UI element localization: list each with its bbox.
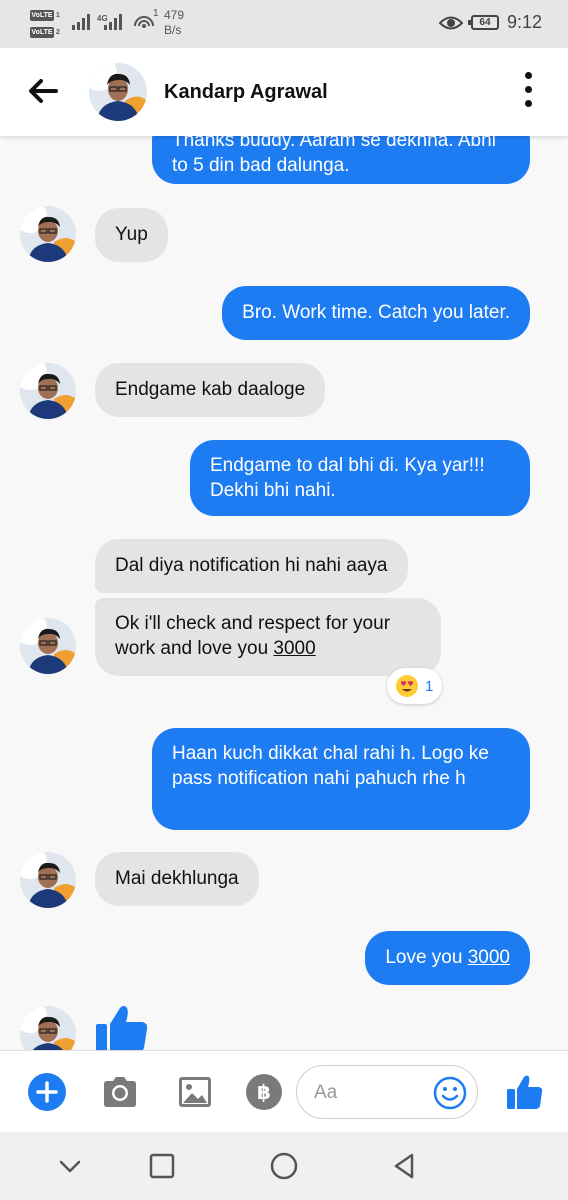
reaction-count: 1 — [425, 677, 434, 695]
contact-name[interactable]: Kandarp Agrawal — [164, 81, 328, 104]
hotspot-icon — [134, 16, 154, 28]
speed-unit: B/s — [164, 23, 182, 37]
message-incoming[interactable]: Mai dekhlunga — [95, 852, 259, 906]
volte-badge-2: VoLTE — [30, 27, 54, 38]
smiley-icon[interactable] — [433, 1076, 467, 1110]
android-navigation-bar — [0, 1132, 568, 1200]
plus-icon[interactable] — [27, 1072, 67, 1112]
network-speed: 479 B/s — [164, 8, 184, 38]
svg-text:฿: ฿ — [257, 1080, 271, 1104]
sim-1-label: 1 — [56, 12, 60, 19]
volte-badge-1: VoLTE — [30, 10, 54, 21]
baht-payment-icon[interactable]: ฿ — [244, 1072, 284, 1112]
sender-avatar[interactable] — [20, 1006, 76, 1050]
message-outgoing[interactable]: Haan kuch dikkat chal rahi h. Logo ke pa… — [152, 728, 530, 830]
battery-icon: 64 — [467, 15, 499, 30]
sim-2-label: 2 — [56, 29, 60, 36]
back-triangle-icon[interactable] — [388, 1150, 420, 1182]
message-incoming[interactable]: Yup — [95, 208, 168, 262]
speed-value: 479 — [164, 8, 185, 22]
sender-avatar[interactable] — [20, 852, 76, 908]
gallery-icon[interactable] — [175, 1072, 215, 1112]
status-bar: VoLTE 1 VoLTE 2 4G 1 479 B/s 64 9:12 — [0, 0, 568, 48]
more-options-icon[interactable] — [522, 72, 534, 110]
recent-apps-icon[interactable] — [146, 1150, 178, 1182]
signal-strength-2-icon — [104, 14, 122, 30]
sender-avatar[interactable] — [20, 363, 76, 419]
message-outgoing[interactable]: Thanks buddy. Aaram se dekhna. Abhi to 5… — [152, 136, 530, 184]
eye-comfort-icon — [438, 16, 463, 29]
home-icon[interactable] — [268, 1150, 300, 1182]
conversation-header: Kandarp Agrawal — [0, 48, 568, 136]
sender-avatar[interactable] — [20, 618, 76, 674]
message-thread[interactable]: Thanks buddy. Aaram se dekhna. Abhi to 5… — [0, 136, 568, 1050]
heart-eyes-emoji-icon — [396, 675, 418, 697]
message-input-box — [296, 1065, 478, 1119]
camera-icon[interactable] — [100, 1072, 140, 1112]
message-incoming[interactable]: Endgame kab daaloge — [95, 363, 326, 417]
message-incoming-with-link[interactable]: Ok i'll check and respect for your work … — [95, 598, 441, 676]
amount-link[interactable]: 3000 — [273, 638, 315, 659]
back-arrow-icon[interactable] — [26, 76, 60, 106]
message-incoming[interactable]: Dal diya notification hi nahi aaya — [95, 539, 408, 593]
message-outgoing-with-link[interactable]: Love you 3000 — [365, 931, 530, 985]
hotspot-count: 1 — [153, 8, 159, 19]
message-composer: ฿ — [0, 1050, 568, 1132]
thumbs-up-sticker-icon[interactable] — [94, 1004, 150, 1050]
message-reaction[interactable]: 1 — [387, 668, 442, 704]
message-text: Love you — [385, 947, 468, 968]
clock: 9:12 — [506, 12, 542, 32]
chevron-down-icon[interactable] — [54, 1150, 86, 1182]
message-outgoing[interactable]: Endgame to dal bhi di. Kya yar!!! Dekhi … — [190, 440, 530, 516]
signal-strength-icon — [72, 14, 90, 30]
status-right-group: 64 9:12 — [438, 12, 542, 33]
message-text: Ok i'll check and respect for your work … — [115, 613, 391, 659]
amount-link[interactable]: 3000 — [468, 947, 510, 968]
contact-avatar[interactable] — [89, 63, 147, 121]
like-icon[interactable] — [504, 1072, 544, 1112]
message-outgoing[interactable]: Bro. Work time. Catch you later. — [222, 286, 530, 340]
message-input[interactable] — [314, 1078, 424, 1108]
sender-avatar[interactable] — [20, 206, 76, 262]
